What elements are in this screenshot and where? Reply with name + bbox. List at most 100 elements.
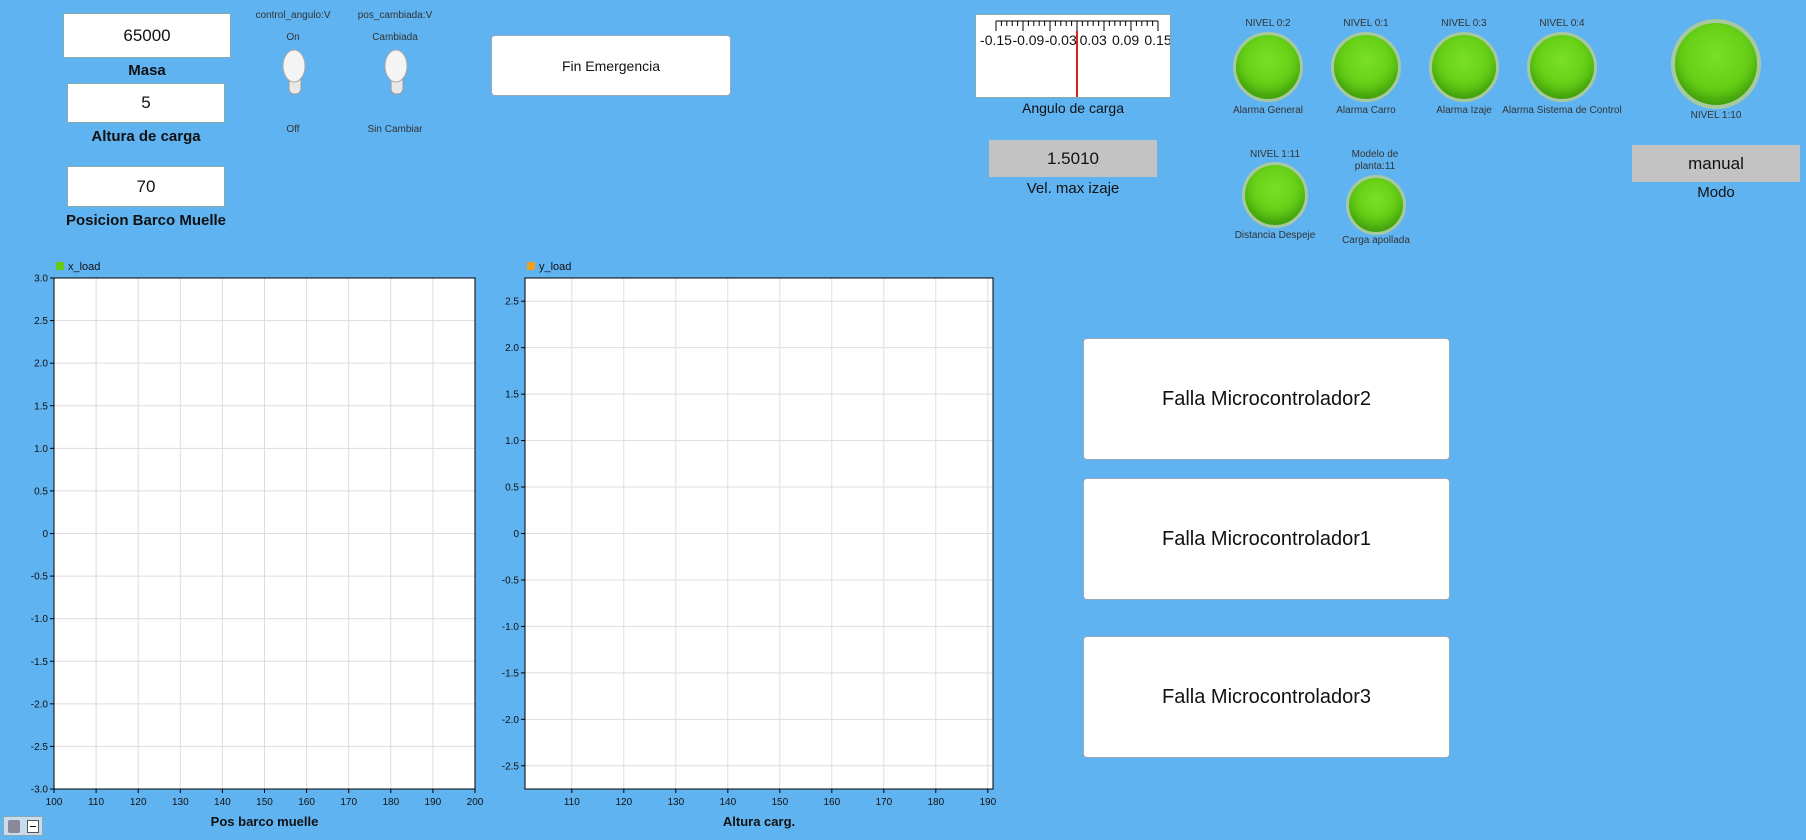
y-tick-label: 0: [42, 529, 48, 540]
x-axis-label: Pos barco muelle: [211, 814, 319, 829]
y-tick-label: -0.5: [31, 572, 49, 583]
falla-micro2-label: Falla Microcontrolador2: [1162, 387, 1371, 410]
x-tick-label: 170: [875, 797, 892, 808]
x-tick-label: 190: [425, 797, 442, 808]
x-tick-label: 140: [214, 797, 231, 808]
vel-max-label: Vel. max izaje: [1026, 180, 1120, 197]
legend-swatch: [56, 262, 64, 270]
x-tick-label: 150: [771, 797, 788, 808]
y-tick-label: -2.0: [502, 715, 520, 726]
altura-value: 5: [141, 93, 151, 112]
y-tick-label: -2.5: [31, 742, 49, 753]
fin-emergencia-label: Fin Emergencia: [561, 57, 661, 74]
gauge-tick-label: 0.15: [1144, 32, 1170, 48]
alarm-general-led: [1233, 32, 1303, 102]
x-tick-label: 160: [823, 797, 840, 808]
alarm-control-level: NIVEL 0:4: [1539, 18, 1585, 29]
switch-angulo-title: control_angulo:V: [255, 10, 331, 21]
x-tick-label: 130: [172, 797, 189, 808]
gauge-tick-label: -0.15: [980, 32, 1012, 48]
switch-angulo-toggle[interactable]: [280, 48, 308, 101]
bottom-toolbar: [3, 816, 43, 836]
x-tick-label: 110: [88, 797, 104, 808]
falla-micro3-label: Falla Microcontrolador3: [1162, 685, 1371, 708]
alarm-carro-label: Alarma Carro: [1336, 105, 1396, 116]
legend-label: y_load: [539, 261, 571, 273]
x-tick-label: 200: [467, 797, 484, 808]
distancia-despeje-label: Distancia Despeje: [1234, 230, 1316, 241]
modo-display: manual: [1632, 145, 1800, 182]
legend-swatch: [527, 262, 535, 270]
y-tick-label: 1.5: [505, 390, 519, 401]
x-tick-label: 180: [382, 797, 399, 808]
toggle-switch-icon: [384, 49, 408, 95]
main-status-level: NIVEL 1:10: [1690, 110, 1742, 121]
posicion-input[interactable]: 70: [67, 166, 225, 207]
masa-value: 65000: [123, 25, 171, 45]
distancia-despeje-led: [1242, 162, 1308, 228]
angulo-gauge: -0.15 -0.09 -0.03 0.03 0.09 0.15: [975, 14, 1172, 98]
toggle-switch-icon: [282, 49, 306, 95]
y-tick-label: -0.5: [502, 575, 520, 586]
x-load-chart: 100 110 120 130 140 150 160 170 180 190 200 3.0 2.5 2…: [0, 255, 490, 835]
y-tick-label: -1.5: [31, 657, 49, 668]
y-tick-label: -2.5: [502, 761, 520, 772]
alarm-control-led: [1527, 32, 1597, 102]
y-tick-label: 2.0: [505, 343, 519, 354]
x-tick-label: 160: [298, 797, 315, 808]
main-status-led: [1671, 19, 1761, 109]
masa-label: Masa: [128, 62, 166, 79]
y-tick-label: -1.5: [502, 668, 520, 679]
gauge-tick-label: 0.09: [1112, 32, 1139, 48]
posicion-value: 70: [136, 176, 156, 196]
minimize-icon[interactable]: [26, 819, 39, 833]
y-tick-label: 1.0: [505, 436, 519, 447]
falla-micro1-button[interactable]: Falla Microcontrolador1: [1083, 478, 1450, 600]
y-tick-label: 1.5: [34, 401, 48, 412]
y-tick-label: -3.0: [31, 785, 49, 796]
y-tick-label: 2.5: [505, 297, 519, 308]
y-tick-label: 3.0: [34, 274, 48, 285]
alarm-control-label: Alarma Sistema de Control: [1502, 105, 1622, 116]
x-axis-label: Altura carg.: [723, 814, 795, 829]
falla-micro3-button[interactable]: Falla Microcontrolador3: [1083, 636, 1450, 758]
vel-max-value: 1.5010: [1047, 148, 1099, 168]
altura-label: Altura de carga: [91, 128, 201, 145]
alarm-carro-led: [1331, 32, 1401, 102]
distancia-despeje-level: NIVEL 1:11: [1249, 149, 1301, 160]
y-tick-label: 0.5: [505, 483, 519, 494]
alarm-carro-level: NIVEL 0:1: [1343, 18, 1389, 29]
y-tick-label: -1.0: [31, 614, 49, 625]
x-tick-label: 170: [340, 797, 357, 808]
y-load-chart: 110 120 130 140 150 160 170 180 190 2.5 2.0 1.5 1.0 0…: [490, 255, 1000, 835]
altura-input[interactable]: 5: [67, 83, 225, 123]
legend-label: x_load: [68, 261, 100, 273]
y-tick-label: 0: [513, 529, 519, 540]
switch-angulo-off-label: Off: [286, 124, 300, 135]
fin-emergencia-button[interactable]: Fin Emergencia: [491, 35, 731, 96]
alarm-izaje-led: [1429, 32, 1499, 102]
gauge-scale: -0.15 -0.09 -0.03 0.03 0.09 0.15: [980, 20, 1172, 97]
x-tick-label: 140: [719, 797, 736, 808]
switch-pos-off-label: Sin Cambiar: [367, 124, 423, 135]
y-tick-label: 1.0: [34, 444, 48, 455]
y-tick-label: -2.0: [31, 699, 49, 710]
database-icon[interactable]: [7, 819, 20, 833]
x-tick-label: 190: [979, 797, 996, 808]
y-tick-label: 2.0: [34, 359, 48, 370]
falla-micro2-button[interactable]: Falla Microcontrolador2: [1083, 338, 1450, 460]
x-tick-label: 110: [564, 797, 580, 808]
gauge-tick-label: -0.03: [1045, 32, 1077, 48]
masa-input[interactable]: 65000: [63, 13, 231, 58]
x-tick-label: 150: [256, 797, 273, 808]
carga-apollada-label: Carga apollada: [1342, 235, 1410, 246]
switch-pos-toggle[interactable]: [382, 48, 410, 101]
x-tick-label: 120: [130, 797, 147, 808]
alarm-general-label: Alarma General: [1232, 105, 1304, 116]
x-tick-label: 130: [667, 797, 684, 808]
vel-max-display: 1.5010: [989, 140, 1157, 177]
y-tick-label: 2.5: [34, 316, 48, 327]
y-tick-label: -1.0: [502, 622, 520, 633]
switch-pos-on-label: Cambiada: [372, 32, 418, 43]
gauge-tick-label: -0.09: [1012, 32, 1044, 48]
